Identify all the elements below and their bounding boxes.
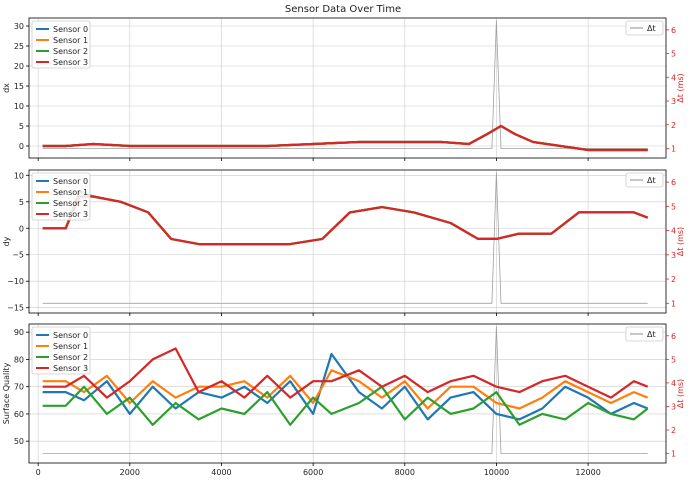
legend-label-dt: Δt xyxy=(647,24,656,33)
legend-dt: Δt xyxy=(625,20,664,36)
x-tick-label: 8000 xyxy=(395,468,415,477)
legend-sensors: Sensor 0 Sensor 1 Sensor 2 Sensor 3 xyxy=(31,172,91,221)
figure: Sensor Data Over Time 0 5 10 15 20 25 30 1 2 3 4 5 6… xyxy=(0,0,690,479)
legend-label-dt: Δt xyxy=(647,330,656,339)
plot-background xyxy=(29,324,666,463)
y-tick-label: 10 xyxy=(14,102,24,111)
x-tick-label: 2000 xyxy=(120,468,140,477)
y-tick-label: 50 xyxy=(14,437,24,446)
legend-label-sensor-1: Sensor 1 xyxy=(53,36,88,45)
y-tick-label: 5 xyxy=(19,198,24,207)
legend-label-sensor-3: Sensor 3 xyxy=(53,210,88,219)
y-tick-label: 25 xyxy=(14,42,24,51)
y-tick-label: 90 xyxy=(14,328,24,337)
legend-sensors: Sensor 0 Sensor 1 Sensor 2 Sensor 3 xyxy=(31,326,91,375)
legend-dt: Δt xyxy=(625,326,664,342)
y-tick-label: 70 xyxy=(14,383,24,392)
y2-axis-label: Δt (ms) xyxy=(676,379,685,408)
y2-tick-label: 1 xyxy=(671,145,676,154)
legend-sensors: Sensor 0 Sensor 1 Sensor 2 Sensor 3 xyxy=(31,20,91,69)
y-tick-label: −10 xyxy=(7,277,24,286)
y2-tick-label: 2 xyxy=(671,121,676,130)
y2-tick-label: 1 xyxy=(671,450,676,459)
y-axis-label: dx xyxy=(2,83,11,93)
legend-label-sensor-2: Sensor 2 xyxy=(53,47,88,56)
legend-label-sensor-0: Sensor 0 xyxy=(53,177,88,186)
y2-tick-label: 1 xyxy=(671,299,676,308)
plot-background xyxy=(29,170,666,313)
y-tick-label: 5 xyxy=(19,122,24,131)
plot-background xyxy=(29,18,666,158)
y2-tick-label: 6 xyxy=(671,26,676,35)
y2-tick-label: 6 xyxy=(671,178,676,187)
panel-bottom-surface-quality: 0 2000 4000 6000 8000 10000 120005060708090123… xyxy=(2,323,685,477)
legend-label-dt: Δt xyxy=(647,176,656,185)
chart-figure-svg: Sensor Data Over Time 051015202530123456… xyxy=(2,4,685,477)
y-axis-label: dy xyxy=(2,236,11,246)
y-tick-label: 20 xyxy=(14,62,24,71)
y2-tick-label: 2 xyxy=(671,426,676,435)
legend-label-sensor-2: Sensor 2 xyxy=(53,353,88,362)
y2-axis-label: Δt (ms) xyxy=(676,73,685,102)
y-tick-label: 10 xyxy=(14,171,24,180)
legend-dt: Δt xyxy=(625,172,664,188)
y-tick-label: 0 xyxy=(19,224,24,233)
y2-tick-label: 2 xyxy=(671,275,676,284)
legend-label-sensor-1: Sensor 1 xyxy=(53,188,88,197)
legend-label-sensor-2: Sensor 2 xyxy=(53,199,88,208)
y2-tick-label: 5 xyxy=(671,355,676,364)
panel-middle-dy: −15−10−50510123456dy Δt (ms)Sensor 0Senso… xyxy=(2,169,685,316)
y-tick-label: 80 xyxy=(14,355,24,364)
figure-title: Sensor Data Over Time xyxy=(285,4,401,15)
legend-label-sensor-3: Sensor 3 xyxy=(53,58,88,67)
x-tick-label: 6000 xyxy=(303,468,323,477)
y-tick-label: 0 xyxy=(19,142,24,151)
y2-tick-label: 6 xyxy=(671,332,676,341)
y2-axis-label: Δt (ms) xyxy=(676,227,685,256)
legend-label-sensor-0: Sensor 0 xyxy=(53,25,88,34)
y-tick-label: −15 xyxy=(7,304,24,313)
legend-label-sensor-0: Sensor 0 xyxy=(53,331,88,340)
y2-tick-label: 5 xyxy=(671,202,676,211)
legend-label-sensor-1: Sensor 1 xyxy=(53,342,88,351)
y-tick-label: −5 xyxy=(12,251,24,260)
x-tick-label: 10000 xyxy=(484,468,509,477)
y-tick-label: 30 xyxy=(14,22,24,31)
y2-tick-label: 5 xyxy=(671,50,676,59)
x-tick-label: 0 xyxy=(36,468,41,477)
panel-top-dx: 051015202530123456dx Δt (ms)Sensor 0Senso… xyxy=(2,17,685,161)
x-tick-label: 12000 xyxy=(575,468,600,477)
x-tick-label: 4000 xyxy=(211,468,231,477)
y-axis-label: Surface Quality xyxy=(2,362,11,424)
y-tick-label: 60 xyxy=(14,410,24,419)
legend-label-sensor-3: Sensor 3 xyxy=(53,364,88,373)
y-tick-label: 15 xyxy=(14,82,24,91)
